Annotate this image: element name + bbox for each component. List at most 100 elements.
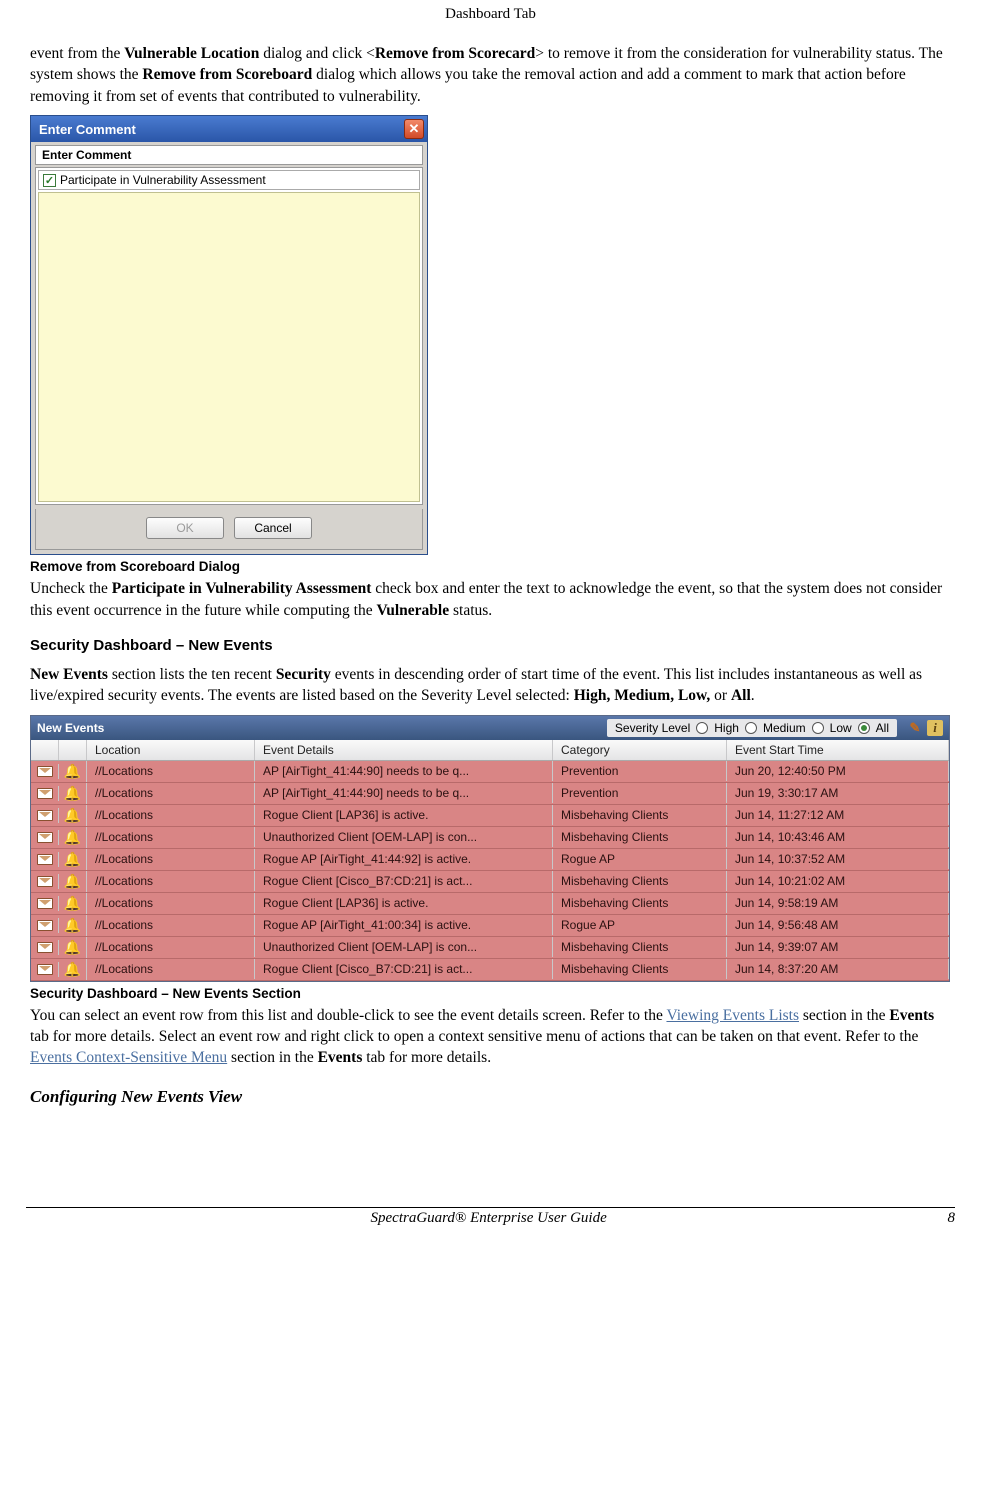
info-icon[interactable]: i — [927, 720, 943, 736]
cell-time: Jun 14, 10:21:02 AM — [727, 871, 949, 891]
col-event-start-time[interactable]: Event Start Time — [727, 740, 949, 760]
mail-cell — [31, 896, 59, 911]
paragraph-2: Uncheck the Participate in Vulnerability… — [30, 578, 951, 621]
new-events-panel: New Events Severity Level High Medium Lo… — [30, 715, 950, 982]
bell-icon: 🔔 — [64, 895, 81, 912]
bell-cell: 🔔 — [59, 805, 87, 826]
enter-comment-dialog: Enter Comment ✕ Enter Comment ✓ Particip… — [30, 115, 428, 555]
mail-icon — [37, 876, 53, 887]
col-category[interactable]: Category — [553, 740, 727, 760]
ok-button[interactable]: OK — [146, 517, 224, 539]
table-row[interactable]: 🔔//LocationsUnauthorized Client [OEM-LAP… — [31, 937, 949, 959]
bell-cell: 🔔 — [59, 893, 87, 914]
mail-icon — [37, 920, 53, 931]
mail-icon — [37, 942, 53, 953]
cell-event-details: Unauthorized Client [OEM-LAP] is con... — [255, 827, 553, 847]
mail-icon — [37, 788, 53, 799]
radio-low[interactable] — [812, 722, 824, 734]
mail-cell — [31, 940, 59, 955]
edit-icon[interactable]: ✎ — [907, 720, 923, 736]
bell-cell: 🔔 — [59, 783, 87, 804]
table-row[interactable]: 🔔//LocationsAP [AirTight_41:44:90] needs… — [31, 761, 949, 783]
cell-event-details: Rogue AP [AirTight_41:00:34] is active. — [255, 915, 553, 935]
link-viewing-events-lists[interactable]: Viewing Events Lists — [666, 1007, 799, 1024]
page-header: Dashboard Tab — [30, 6, 951, 23]
col-location[interactable]: Location — [87, 740, 255, 760]
page-footer: . SpectraGuard® Enterprise User Guide 8 — [26, 1207, 955, 1227]
radio-all-label: All — [876, 721, 889, 735]
text-bold: Security — [276, 666, 331, 683]
mail-icon — [37, 854, 53, 865]
text-bold: Vulnerable — [376, 602, 449, 619]
mail-cell — [31, 918, 59, 933]
radio-medium-label: Medium — [763, 721, 806, 735]
text: event from the — [30, 45, 124, 62]
table-row[interactable]: 🔔//LocationsRogue AP [AirTight_41:00:34]… — [31, 915, 949, 937]
text-bold: New Events — [30, 666, 108, 683]
dialog-title: Enter Comment — [39, 122, 136, 137]
cell-location: //Locations — [87, 827, 255, 847]
cell-event-details: AP [AirTight_41:44:90] needs to be q... — [255, 761, 553, 781]
bell-icon: 🔔 — [64, 917, 81, 934]
bell-icon: 🔔 — [64, 873, 81, 890]
severity-label: Severity Level — [615, 721, 690, 735]
bell-cell: 🔔 — [59, 959, 87, 980]
comment-textarea[interactable] — [38, 192, 420, 502]
bell-icon: 🔔 — [64, 961, 81, 978]
text: Uncheck the — [30, 580, 112, 597]
cell-category: Rogue AP — [553, 849, 727, 869]
cell-event-details: Rogue Client [Cisco_B7:CD:21] is act... — [255, 959, 553, 979]
radio-medium[interactable] — [745, 722, 757, 734]
severity-level-group: Severity Level High Medium Low All — [607, 719, 897, 737]
close-icon: ✕ — [409, 121, 420, 137]
cell-category: Prevention — [553, 783, 727, 803]
text: dialog and click < — [259, 45, 375, 62]
checkbox-checked-icon: ✓ — [43, 174, 56, 187]
cell-time: Jun 14, 10:37:52 AM — [727, 849, 949, 869]
bell-cell: 🔔 — [59, 871, 87, 892]
cell-time: Jun 14, 8:37:20 AM — [727, 959, 949, 979]
text-bold: Vulnerable Location — [124, 45, 259, 62]
bell-cell: 🔔 — [59, 827, 87, 848]
cell-location: //Locations — [87, 805, 255, 825]
bell-icon: 🔔 — [64, 763, 81, 780]
table-row[interactable]: 🔔//LocationsRogue Client [Cisco_B7:CD:21… — [31, 871, 949, 893]
table-row[interactable]: 🔔//LocationsAP [AirTight_41:44:90] needs… — [31, 783, 949, 805]
cell-category: Prevention — [553, 761, 727, 781]
paragraph-4: You can select an event row from this li… — [30, 1005, 951, 1069]
heading-security-dashboard: Security Dashboard – New Events — [30, 637, 951, 654]
footer-page-number: 8 — [947, 1210, 955, 1227]
mail-cell — [31, 962, 59, 977]
mail-cell — [31, 830, 59, 845]
dialog-button-row: OK Cancel — [35, 509, 423, 550]
col-event-details[interactable]: Event Details — [255, 740, 553, 760]
cell-location: //Locations — [87, 959, 255, 979]
cell-event-details: AP [AirTight_41:44:90] needs to be q... — [255, 783, 553, 803]
mail-icon — [37, 832, 53, 843]
bell-cell: 🔔 — [59, 761, 87, 782]
link-context-menu[interactable]: Events Context-Sensitive Menu — [30, 1049, 227, 1066]
radio-high[interactable] — [696, 722, 708, 734]
participate-checkbox-row[interactable]: ✓ Participate in Vulnerability Assessmen… — [38, 170, 420, 190]
table-row[interactable]: 🔔 //LocationsRogue Client [LAP36] is acti… — [31, 805, 949, 827]
dialog-body: ✓ Participate in Vulnerability Assessmen… — [35, 167, 423, 505]
bell-icon: 🔔 — [64, 807, 81, 824]
mail-icon — [37, 898, 53, 909]
cell-time: Jun 14, 11:27:12 AM — [727, 805, 949, 825]
table-row[interactable]: 🔔//LocationsRogue Client [LAP36] is acti… — [31, 893, 949, 915]
cell-category: Rogue AP — [553, 915, 727, 935]
radio-all[interactable] — [858, 722, 870, 734]
text: status. — [449, 602, 492, 619]
table-row[interactable]: 🔔//LocationsUnauthorized Client [OEM-LAP… — [31, 827, 949, 849]
table-row[interactable]: 🔔//LocationsRogue AP [AirTight_41:44:92]… — [31, 849, 949, 871]
text-bold: Remove from Scorecard — [375, 45, 535, 62]
text: tab for more details. Select an event ro… — [30, 1028, 918, 1045]
cell-location: //Locations — [87, 893, 255, 913]
cancel-button[interactable]: Cancel — [234, 517, 312, 539]
radio-high-label: High — [714, 721, 739, 735]
new-events-titlebar: New Events Severity Level High Medium Lo… — [31, 716, 949, 740]
table-row[interactable]: 🔔 //LocationsRogue Client [Cisco_B7:CD:21… — [31, 959, 949, 981]
close-button[interactable]: ✕ — [404, 119, 424, 139]
text: section in the — [799, 1007, 889, 1024]
cell-event-details: Rogue Client [LAP36] is active. — [255, 805, 553, 825]
